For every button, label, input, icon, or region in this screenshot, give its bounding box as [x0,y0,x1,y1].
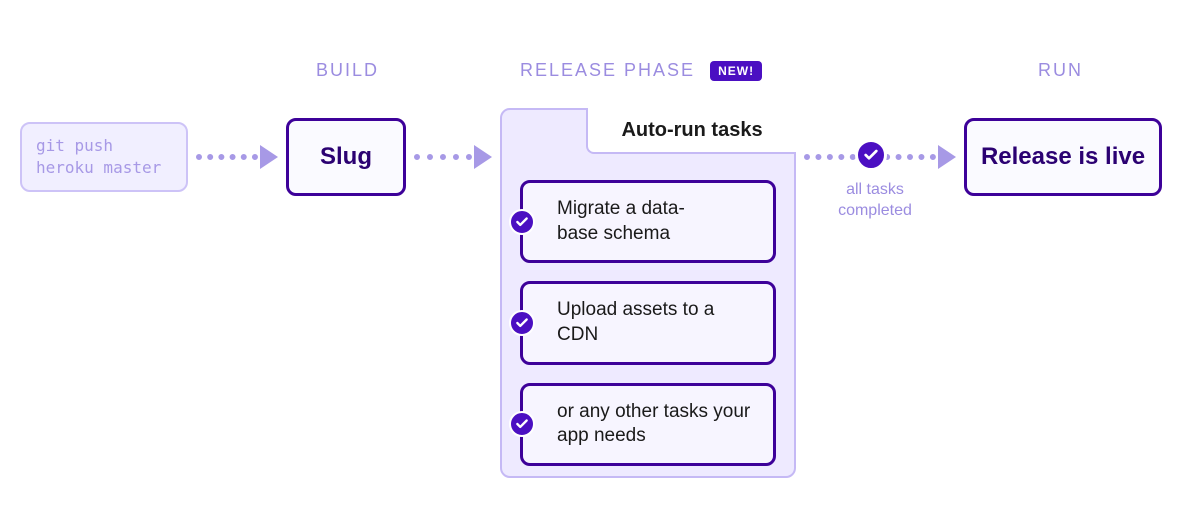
stage-label-run: RUN [1038,60,1083,81]
stage-label-build: BUILD [316,60,379,81]
check-icon [509,310,535,336]
release-live-box: Release is live [964,118,1162,196]
arrowhead-icon [474,145,492,169]
task-item: Upload assets to a CDN [520,281,776,364]
new-badge: NEW! [710,61,762,81]
release-live-label: Release is live [981,143,1145,171]
release-phase-panel: Auto-run tasks Migrate a data- base sche… [500,108,796,478]
slug-label: Slug [320,143,372,171]
panel-title: Auto-run tasks [621,119,762,142]
release-phase-text: RELEASE PHASE [520,60,695,80]
task-item: or any other tasks your app needs [520,383,776,466]
arrowhead-icon [260,145,278,169]
flow-diagram: BUILD RELEASE PHASE NEW! RUN git push he… [0,0,1200,512]
stage-label-release: RELEASE PHASE NEW! [520,60,762,81]
task-text: or any other tasks your app needs [557,401,750,447]
task-text: Migrate a data- base schema [557,198,685,244]
git-push-command: git push heroku master [36,135,161,178]
all-tasks-check-icon [855,139,887,171]
slug-box: Slug [286,118,406,196]
check-icon [509,209,535,235]
all-tasks-completed-label: all tasks completed [820,180,930,222]
arrow-release [414,154,492,160]
git-push-box: git push heroku master [20,122,188,192]
task-text: Upload assets to a CDN [557,299,714,345]
check-icon [509,411,535,437]
arrowhead-icon [938,145,956,169]
panel-title-tab: Auto-run tasks [586,108,796,154]
task-item: Migrate a data- base schema [520,180,776,263]
task-list: Migrate a data- base schema Upload asset… [520,180,776,466]
arrow-build [196,154,278,160]
